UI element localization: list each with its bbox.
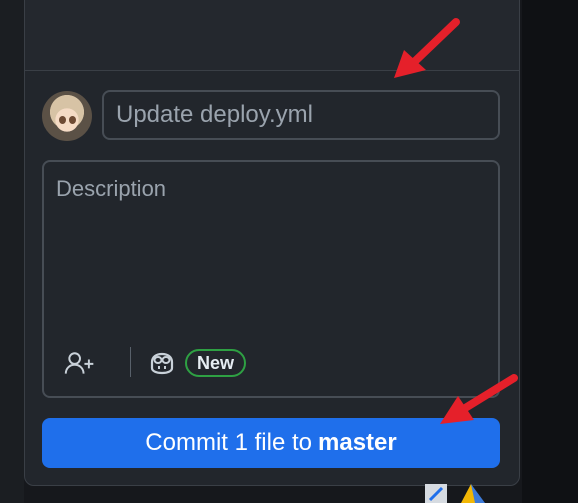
commit-button[interactable]: Commit 1 file to master [42, 418, 500, 468]
copilot-icon[interactable] [146, 347, 178, 379]
commit-branch-name: master [318, 429, 397, 456]
description-toolbar: New [64, 347, 264, 381]
commit-summary-input[interactable]: Update deploy.yml [102, 90, 500, 140]
commit-button-label: Commit 1 file to [145, 429, 312, 456]
avatar-eye-right [69, 116, 76, 124]
commit-description-field[interactable]: Description New [42, 160, 500, 398]
avatar [42, 91, 92, 141]
background-strip-right [522, 0, 578, 503]
taskbar-icons [425, 484, 485, 503]
background-strip-left [0, 0, 24, 503]
annotation-arrow-top [394, 18, 460, 78]
add-coauthor-icon[interactable] [64, 347, 96, 379]
annotation-arrow-bottom [440, 374, 518, 424]
commit-summary-placeholder: Update deploy.yml [116, 101, 313, 128]
new-badge: New [185, 349, 247, 377]
avatar-eye-left [59, 116, 66, 124]
description-placeholder: Description [56, 176, 167, 201]
toolbar-separator [130, 347, 131, 377]
